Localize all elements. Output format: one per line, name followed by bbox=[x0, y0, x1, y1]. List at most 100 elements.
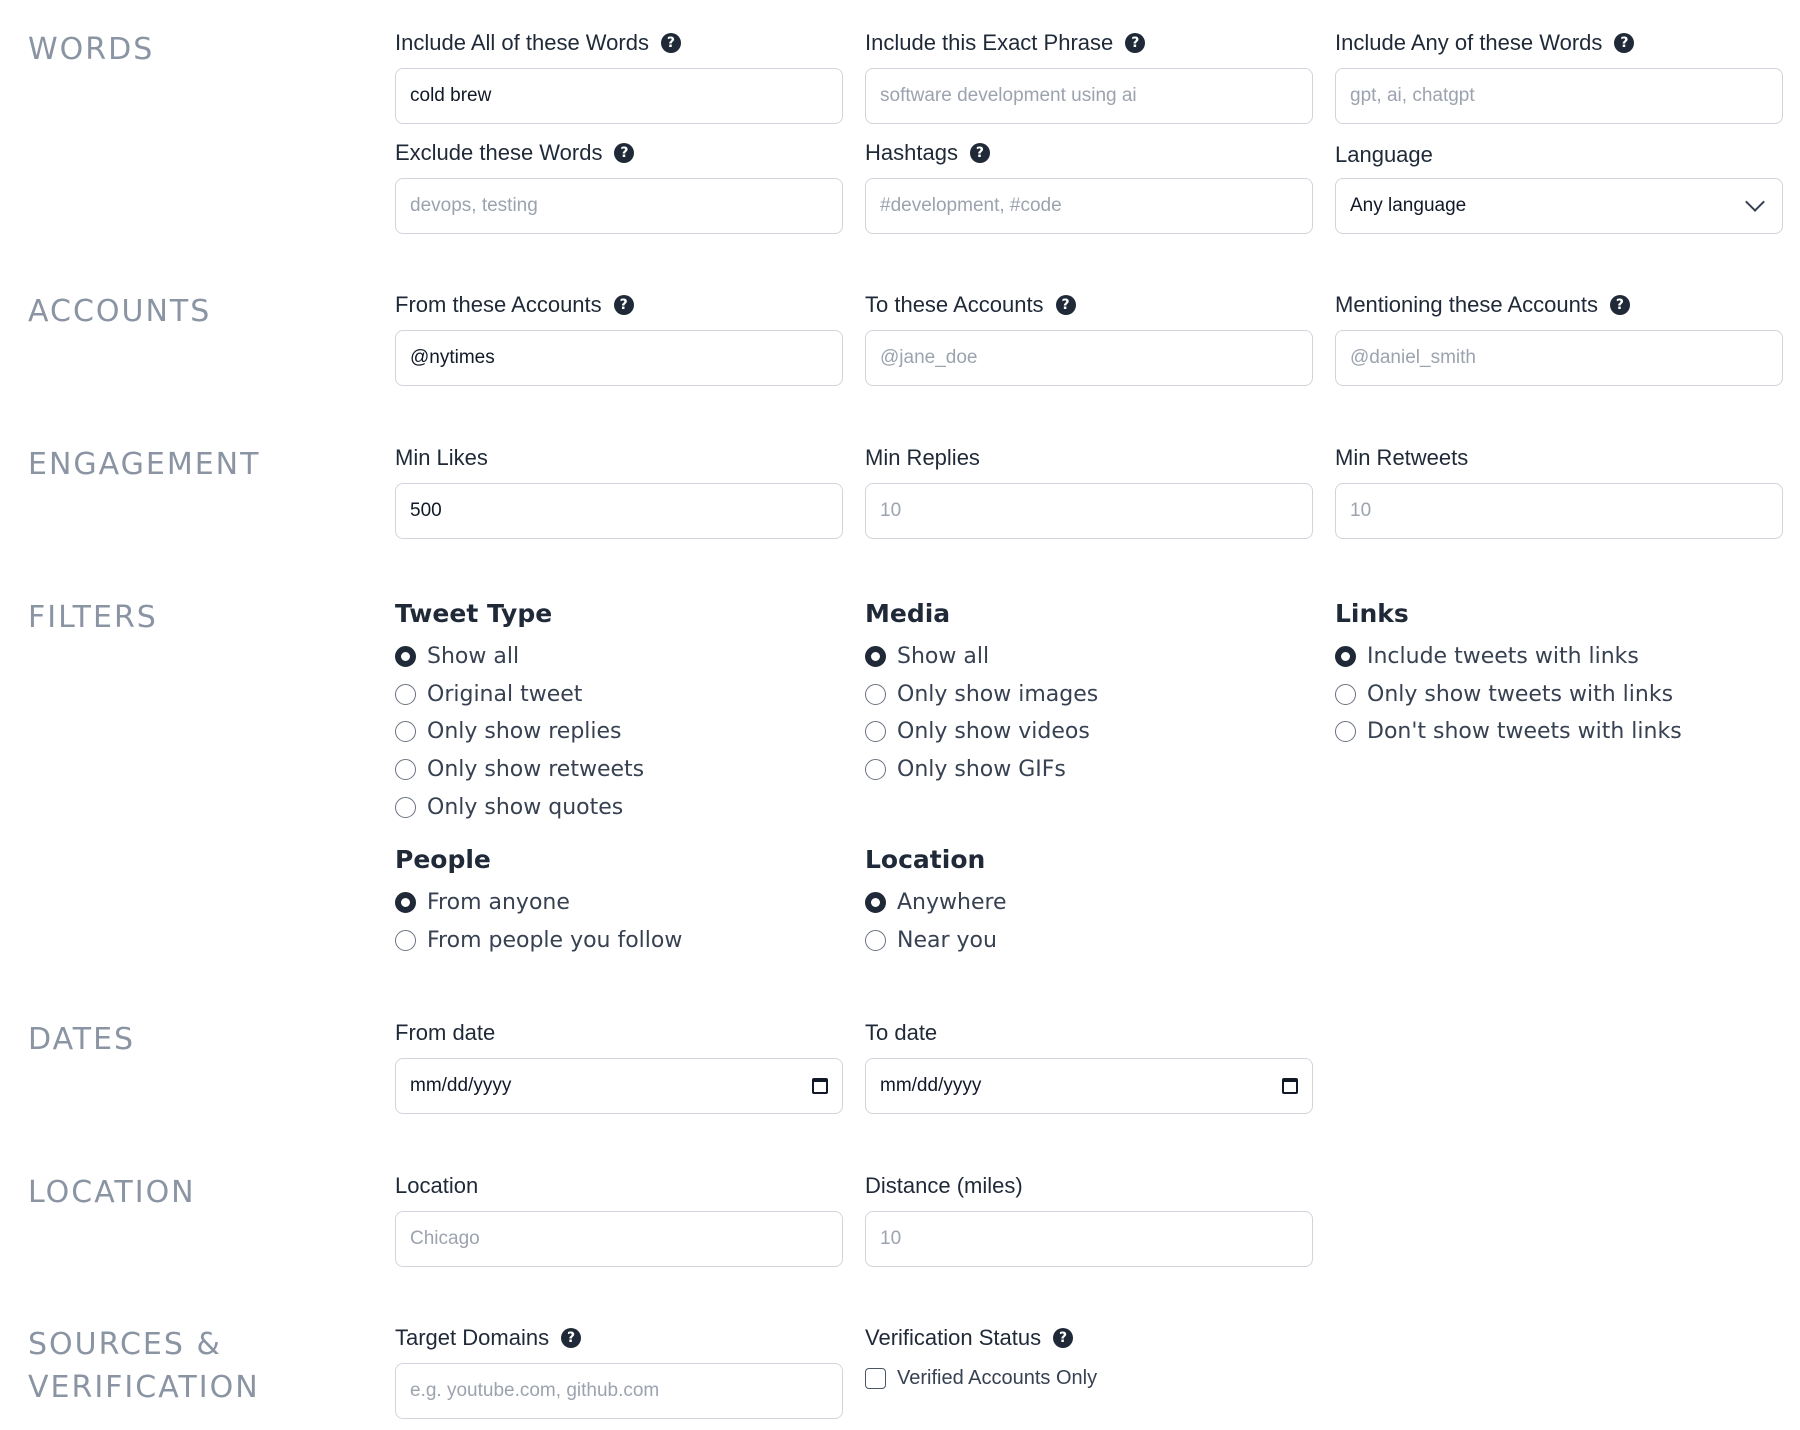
radio-option[interactable]: Near you bbox=[865, 922, 1313, 960]
question-circle-icon[interactable]: ? bbox=[1053, 1328, 1074, 1348]
radio-option[interactable]: Include tweets with links bbox=[1335, 638, 1783, 676]
radio-option[interactable]: Anywhere bbox=[865, 884, 1313, 922]
question-circle-icon[interactable]: ? bbox=[969, 143, 990, 163]
radio-option[interactable]: Only show quotes bbox=[395, 788, 843, 826]
radio-selected-icon[interactable] bbox=[395, 646, 416, 668]
radio-option[interactable]: Only show tweets with links bbox=[1335, 676, 1783, 714]
radio-unselected-icon[interactable] bbox=[865, 759, 886, 781]
label-exclude: Exclude these Words bbox=[395, 140, 603, 165]
radio-option-label: From anyone bbox=[427, 890, 570, 916]
field-to-date: To date mm/dd/yyyy bbox=[865, 1018, 1313, 1114]
radio-option[interactable]: Only show GIFs bbox=[865, 751, 1313, 789]
label-to-accounts: To these Accounts bbox=[865, 292, 1044, 317]
label-language: Language bbox=[1335, 142, 1433, 167]
field-verification: Verification Status? Verified Accounts O… bbox=[865, 1323, 1313, 1390]
radio-option-label: Only show images bbox=[897, 681, 1099, 707]
question-circle-icon[interactable]: ? bbox=[1614, 33, 1635, 53]
field-include-any: Include Any of these Words? gpt, ai, cha… bbox=[1335, 28, 1783, 124]
radio-unselected-icon[interactable] bbox=[395, 759, 416, 781]
exact-phrase-input[interactable]: software development using ai bbox=[865, 68, 1313, 124]
radio-option-label: Only show quotes bbox=[427, 794, 624, 820]
checkbox-box[interactable] bbox=[865, 1368, 886, 1389]
group-media: Media Show all Only show images Only show … bbox=[865, 596, 1313, 788]
radio-unselected-icon[interactable] bbox=[865, 721, 886, 743]
label-mentioning-accounts: Mentioning these Accounts bbox=[1335, 292, 1598, 317]
label-target-domains: Target Domains bbox=[395, 1325, 550, 1350]
field-exclude: Exclude these Words? devops, testing bbox=[395, 138, 843, 234]
verified-only-label: Verified Accounts Only bbox=[897, 1367, 1098, 1389]
calendar-icon[interactable] bbox=[1282, 1078, 1298, 1094]
radio-option[interactable]: Only show retweets bbox=[395, 751, 843, 789]
label-from-date: From date bbox=[395, 1020, 496, 1045]
radio-option-label: Only show replies bbox=[427, 719, 622, 745]
group-tweet-type: Tweet Type Show all Original tweet Only sh… bbox=[395, 596, 843, 826]
radio-option[interactable]: Only show replies bbox=[395, 713, 843, 751]
field-min-replies: Min Replies 10 bbox=[865, 443, 1313, 539]
question-circle-icon[interactable]: ? bbox=[1609, 295, 1630, 315]
radio-unselected-icon[interactable] bbox=[395, 683, 416, 705]
mentioning-accounts-input[interactable]: @daniel_smith bbox=[1335, 330, 1783, 386]
label-exact-phrase: Include this Exact Phrase bbox=[865, 30, 1114, 55]
from-date-input[interactable]: mm/dd/yyyy bbox=[395, 1058, 843, 1114]
label-min-replies: Min Replies bbox=[865, 445, 980, 470]
radio-selected-icon[interactable] bbox=[395, 892, 416, 914]
from-accounts-input[interactable]: @nytimes bbox=[395, 330, 843, 386]
question-circle-icon[interactable]: ? bbox=[660, 33, 681, 53]
min-replies-input[interactable]: 10 bbox=[865, 483, 1313, 539]
min-likes-input[interactable]: 500 bbox=[395, 483, 843, 539]
calendar-icon[interactable] bbox=[812, 1078, 828, 1094]
radio-unselected-icon[interactable] bbox=[865, 683, 886, 705]
include-all-input[interactable]: cold brew bbox=[395, 68, 843, 124]
radio-selected-icon[interactable] bbox=[1335, 646, 1356, 668]
radio-option-label: Only show tweets with links bbox=[1367, 681, 1674, 707]
radio-option[interactable]: Show all bbox=[395, 638, 843, 676]
to-accounts-input[interactable]: @jane_doe bbox=[865, 330, 1313, 386]
field-min-retweets: Min Retweets 10 bbox=[1335, 443, 1783, 539]
radio-option[interactable]: Only show videos bbox=[865, 713, 1313, 751]
section-title-filters: FILTERS bbox=[28, 600, 158, 635]
verified-only-checkbox[interactable]: Verified Accounts Only bbox=[865, 1367, 1313, 1390]
radio-unselected-icon[interactable] bbox=[1335, 683, 1356, 705]
include-any-input[interactable]: gpt, ai, chatgpt bbox=[1335, 68, 1783, 124]
min-retweets-input[interactable]: 10 bbox=[1335, 483, 1783, 539]
radio-option-label: Include tweets with links bbox=[1367, 644, 1639, 670]
field-from-accounts: From these Accounts? @nytimes bbox=[395, 290, 843, 386]
radio-option[interactable]: Only show images bbox=[865, 676, 1313, 714]
radio-option[interactable]: Original tweet bbox=[395, 676, 843, 714]
target-domains-input[interactable]: e.g. youtube.com, github.com bbox=[395, 1363, 843, 1419]
field-distance: Distance (miles) 10 bbox=[865, 1171, 1313, 1267]
question-circle-icon[interactable]: ? bbox=[561, 1328, 582, 1348]
radio-unselected-icon[interactable] bbox=[865, 929, 886, 951]
to-date-input[interactable]: mm/dd/yyyy bbox=[865, 1058, 1313, 1114]
field-to-accounts: To these Accounts? @jane_doe bbox=[865, 290, 1313, 386]
group-title-people: People bbox=[395, 845, 491, 874]
radio-option-label: Near you bbox=[897, 927, 997, 953]
question-circle-icon[interactable]: ? bbox=[614, 143, 635, 163]
radio-option[interactable]: From anyone bbox=[395, 884, 843, 922]
radio-option-label: Show all bbox=[897, 644, 990, 670]
radio-selected-icon[interactable] bbox=[865, 892, 886, 914]
language-select[interactable]: Any language bbox=[1335, 178, 1783, 234]
radio-selected-icon[interactable] bbox=[865, 646, 886, 668]
distance-input[interactable]: 10 bbox=[865, 1211, 1313, 1267]
radio-option[interactable]: Don't show tweets with links bbox=[1335, 713, 1783, 751]
chevron-down-icon bbox=[1745, 192, 1765, 212]
group-links: Links Include tweets with links Only show… bbox=[1335, 596, 1783, 751]
radio-unselected-icon[interactable] bbox=[395, 721, 416, 743]
question-circle-icon[interactable]: ? bbox=[613, 295, 634, 315]
hashtags-input[interactable]: #development, #code bbox=[865, 178, 1313, 234]
exclude-input[interactable]: devops, testing bbox=[395, 178, 843, 234]
location-input[interactable]: Chicago bbox=[395, 1211, 843, 1267]
radio-option[interactable]: From people you follow bbox=[395, 922, 843, 960]
radio-unselected-icon[interactable] bbox=[1335, 721, 1356, 743]
radio-unselected-icon[interactable] bbox=[395, 929, 416, 951]
field-include-all: Include All of these Words? cold brew bbox=[395, 28, 843, 124]
question-circle-icon[interactable]: ? bbox=[1125, 33, 1146, 53]
radio-option[interactable]: Show all bbox=[865, 638, 1313, 676]
field-from-date: From date mm/dd/yyyy bbox=[395, 1018, 843, 1114]
question-circle-icon[interactable]: ? bbox=[1055, 295, 1076, 315]
field-exact-phrase: Include this Exact Phrase? software deve… bbox=[865, 28, 1313, 124]
group-location-filter: Location Anywhere Near you bbox=[865, 842, 1313, 959]
radio-unselected-icon[interactable] bbox=[395, 796, 416, 818]
field-hashtags: Hashtags? #development, #code bbox=[865, 138, 1313, 234]
